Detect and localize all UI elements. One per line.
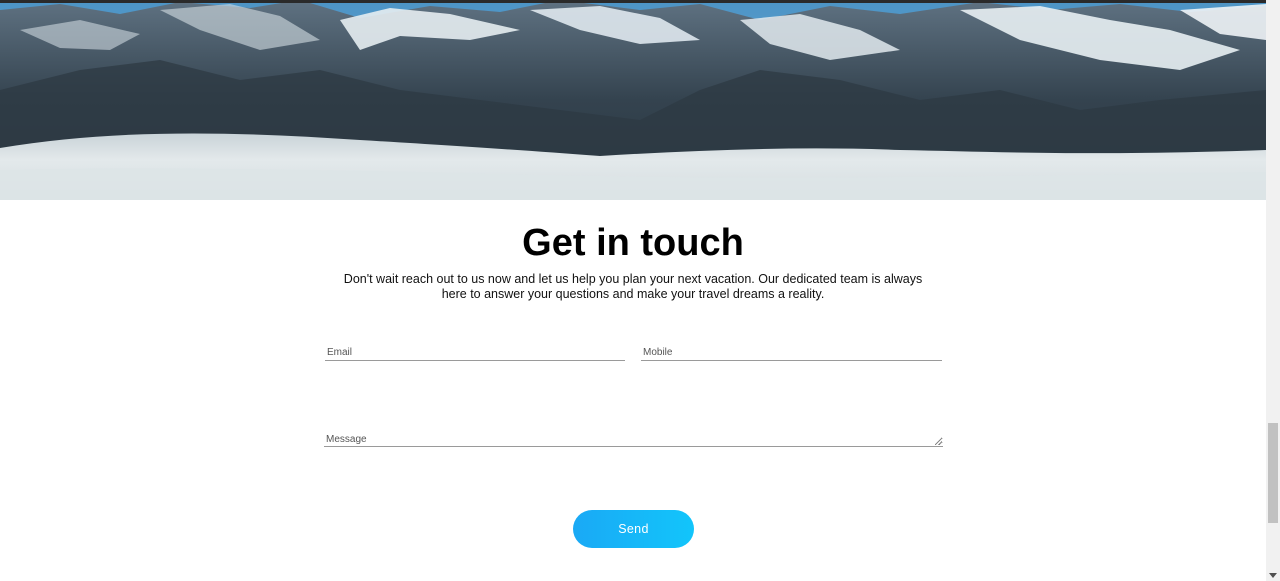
send-button[interactable]: Send bbox=[573, 510, 694, 548]
scrollbar[interactable] bbox=[1266, 0, 1280, 581]
mountain-landscape-illustration bbox=[0, 0, 1266, 200]
section-title: Get in touch bbox=[522, 222, 744, 264]
message-field[interactable] bbox=[324, 434, 943, 447]
resize-grip-icon[interactable] bbox=[935, 438, 942, 445]
hero-mountain-image bbox=[0, 0, 1266, 200]
email-field[interactable] bbox=[325, 346, 625, 361]
scroll-down-arrow-icon[interactable] bbox=[1269, 573, 1277, 578]
top-border bbox=[0, 0, 1280, 3]
mobile-field[interactable] bbox=[641, 346, 942, 361]
section-description: Don't wait reach out to us now and let u… bbox=[343, 272, 923, 301]
page: Get in touch Don't wait reach out to us … bbox=[0, 0, 1280, 581]
scrollbar-thumb[interactable] bbox=[1268, 423, 1278, 523]
